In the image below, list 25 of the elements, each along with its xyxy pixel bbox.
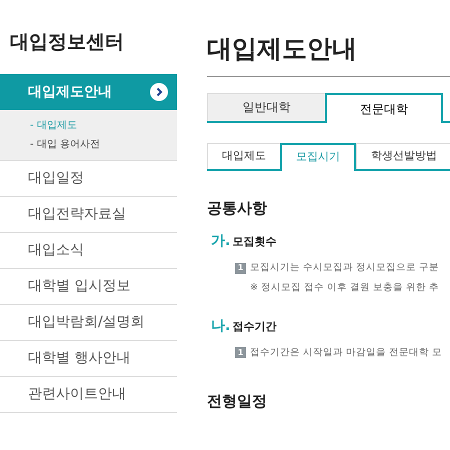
note-text: ※ 정시모집 접수 이후 결원 보충을 위한 추 [249, 281, 440, 296]
sub-tab[interactable]: 학생선발방법 [356, 142, 450, 168]
item-title: 접수기간 [232, 318, 276, 334]
sidebar-item[interactable]: 관련사이트안내 [0, 377, 177, 413]
sidebar-item[interactable]: 대입박람회/설명회 [0, 305, 177, 341]
sidebar-title: 대입정보센터 [9, 30, 125, 55]
tab[interactable]: 전문대학 [325, 92, 443, 122]
sidebar-item[interactable]: 대입일정 [0, 161, 177, 197]
sidebar-item[interactable]: 대학별 행사안내 [0, 341, 177, 377]
chevron-right-icon [150, 83, 168, 101]
section-heading: 전형일정 [207, 390, 268, 412]
sidebar-item[interactable]: 대학별 입시정보 [0, 269, 177, 305]
submenu-item[interactable]: - 대입 용어사전 [30, 137, 177, 152]
item-title: 모집횟수 [232, 234, 276, 250]
sidebar-item[interactable]: 대입소식 [0, 233, 177, 269]
page-title: 대입제도안내 [207, 0, 450, 76]
section-heading: 공통사항 [207, 198, 268, 218]
number-badge: 1 [235, 262, 246, 274]
number-badge: 1 [235, 347, 246, 358]
tab[interactable]: 일반대학 [207, 92, 325, 120]
sidebar-item[interactable]: 대입전략자료실 [0, 197, 177, 233]
item-marker: 가. [211, 232, 230, 251]
body-text: 모집시기는 수시모집과 정시모집으로 구분 [250, 261, 440, 275]
body-text: 접수기간은 시작일과 마감일을 전문대학 모 [250, 346, 442, 360]
item-marker: 나. [211, 316, 230, 336]
